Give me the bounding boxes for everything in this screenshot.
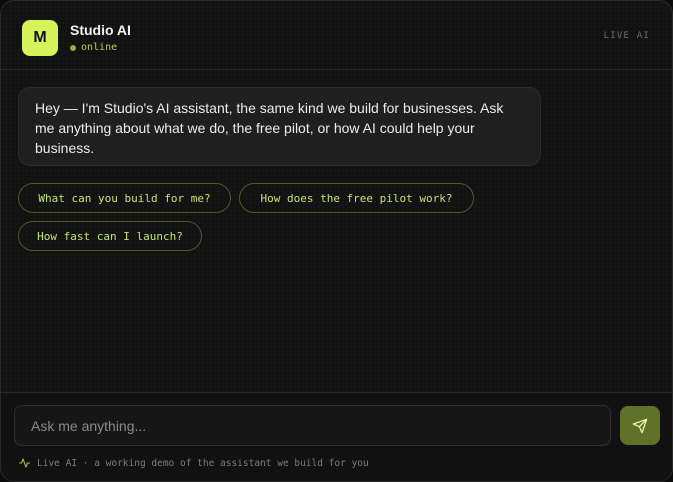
suggestion-chip-build[interactable]: What can you build for me? — [18, 183, 231, 213]
chat-widget: M Studio AI online LIVE AI Hey — I'm Stu… — [0, 0, 673, 482]
assistant-message: Hey — I'm Studio's AI assistant, the sam… — [18, 87, 541, 166]
avatar: M — [22, 20, 58, 56]
assistant-title: Studio AI — [70, 22, 131, 38]
send-button[interactable] — [620, 406, 660, 445]
online-dot-icon — [70, 44, 76, 51]
suggestion-chip-launch[interactable]: How fast can I launch? — [18, 221, 202, 251]
status-indicator: online — [70, 42, 117, 53]
send-icon — [632, 418, 648, 434]
activity-pulse-icon — [18, 457, 37, 469]
footer-text: Live AI · a working demo of the assistan… — [37, 457, 369, 469]
footer-note: Live AI · a working demo of the assistan… — [18, 457, 369, 469]
message-input[interactable] — [14, 405, 611, 446]
chat-header: M Studio AI online LIVE AI — [1, 1, 672, 70]
status-text: online — [81, 42, 118, 53]
live-badge: LIVE AI — [603, 31, 650, 41]
suggestion-chip-pilot[interactable]: How does the free pilot work? — [239, 183, 474, 213]
